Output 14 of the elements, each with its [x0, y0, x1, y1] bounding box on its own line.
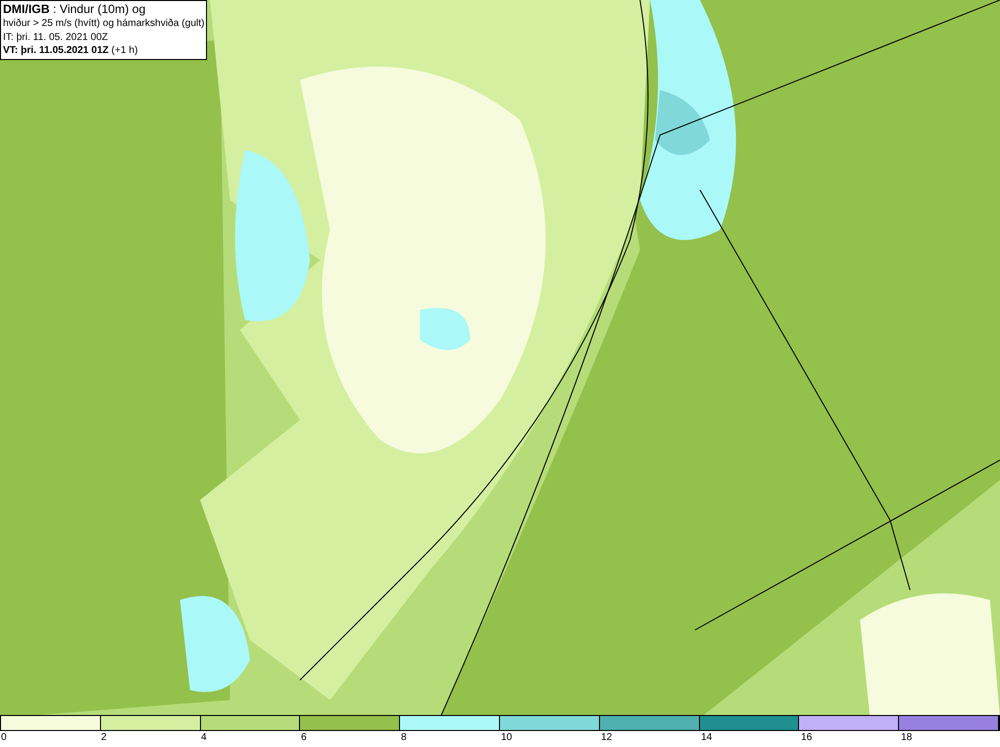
map-title: DMI/IGB : Vindur (10m) og: [3, 2, 146, 17]
legend-label: 12: [600, 731, 612, 744]
map-caption: IT: þri. 11. 05. 2021 00Z: [3, 30, 109, 44]
legend-label: 4: [200, 731, 207, 744]
legend-label: 6: [300, 731, 307, 744]
map-caption: hviður > 25 m/s (hvítt) og hámarkshviða (gult): [3, 17, 204, 30]
legend-label: 2: [100, 731, 107, 744]
legend-label: 16: [800, 731, 812, 744]
legend-label: 0: [0, 731, 7, 744]
map-caption: VT: þri. 11.05.2021 01Z (+1 h): [3, 44, 139, 58]
legend-label: 10: [500, 731, 512, 744]
legend-label: 8: [400, 731, 407, 744]
legend-label: 18: [900, 731, 912, 744]
legend-label: 14: [700, 731, 712, 744]
